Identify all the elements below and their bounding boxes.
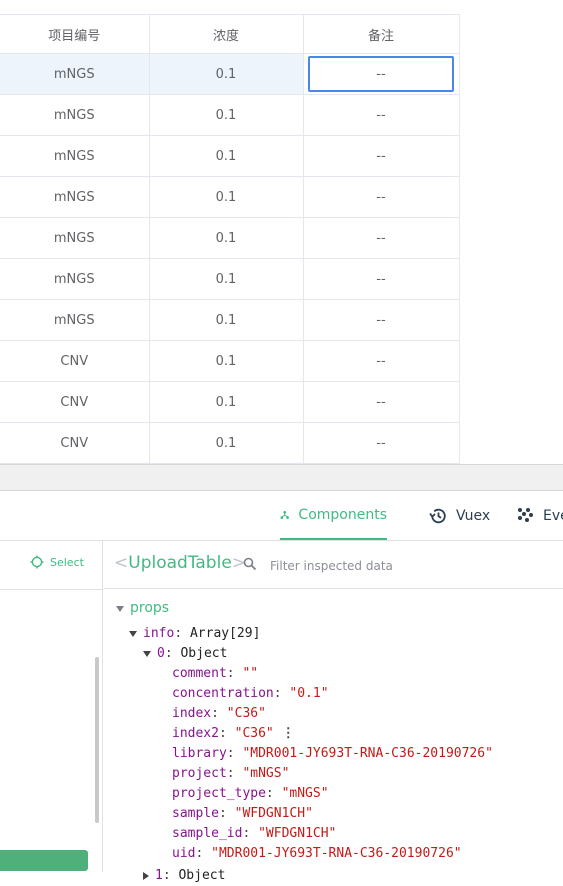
prop-field-row[interactable]: comment: ""	[172, 664, 258, 684]
devtools-tab-bar: Components Vuex Events	[0, 491, 563, 541]
expand-arrow-icon	[143, 650, 151, 657]
cell-comment-editing[interactable]	[303, 53, 460, 95]
collapsed-arrow-icon	[143, 871, 149, 880]
cell-project[interactable]: mNGS	[0, 258, 150, 300]
prop-field-row[interactable]: index2: "C36" ⋮	[172, 724, 295, 744]
cell-comment[interactable]: --	[303, 217, 460, 259]
selected-component-row[interactable]	[0, 850, 88, 871]
tab-components-label: Components	[298, 506, 387, 523]
prop-item-row[interactable]: 0: Object	[143, 644, 227, 664]
prop-info-row[interactable]: info: Array[29]	[129, 624, 260, 644]
component-tree-scrollbar[interactable]	[95, 657, 99, 823]
header-project-number[interactable]: 项目编号	[0, 14, 150, 54]
more-actions-icon[interactable]: ⋮	[282, 724, 295, 744]
tab-vuex[interactable]: Vuex	[428, 491, 490, 540]
prop-field-row[interactable]: library: "MDR001-JY693T-RNA-C36-20190726…	[172, 744, 493, 764]
components-icon	[280, 510, 289, 519]
cell-comment[interactable]: --	[303, 340, 460, 382]
table-row[interactable]: CNV 0.1 --	[0, 340, 460, 382]
prop-field-row[interactable]: index: "C36"	[172, 704, 266, 724]
cell-concentration[interactable]: 0.1	[149, 135, 304, 177]
cell-comment[interactable]: --	[303, 381, 460, 423]
cell-concentration[interactable]: 0.1	[149, 422, 304, 464]
cell-concentration[interactable]: 0.1	[149, 381, 304, 423]
devtools-resize-handle[interactable]	[0, 464, 563, 491]
cell-comment[interactable]: --	[303, 135, 460, 177]
cell-concentration[interactable]: 0.1	[149, 258, 304, 300]
cell-project[interactable]: mNGS	[0, 135, 150, 177]
table-row[interactable]: CNV 0.1 --	[0, 381, 460, 423]
cell-concentration[interactable]: 0.1	[149, 176, 304, 218]
cell-comment[interactable]: --	[303, 422, 460, 464]
select-label: Select	[50, 555, 84, 569]
tab-events[interactable]: Events	[517, 491, 563, 540]
table-row[interactable]: mNGS 0.1	[0, 53, 460, 95]
table-row[interactable]: mNGS 0.1 --	[0, 299, 460, 341]
upload-table: 项目编号 浓度 备注 mNGS 0.1 mNGS 0.1 -- mNGS 0.1	[0, 14, 460, 464]
target-icon	[30, 555, 44, 569]
history-icon	[429, 508, 446, 523]
prop-field-row[interactable]: concentration: "0.1"	[172, 684, 329, 704]
expand-arrow-icon	[129, 630, 137, 637]
select-component-button[interactable]: Select	[30, 555, 84, 569]
cell-concentration[interactable]: 0.1	[149, 340, 304, 382]
comment-edit-input[interactable]	[308, 56, 454, 92]
cell-project[interactable]: CNV	[0, 340, 150, 382]
cell-project[interactable]: mNGS	[0, 217, 150, 259]
table-row[interactable]: mNGS 0.1 --	[0, 94, 460, 136]
props-label: props	[130, 600, 170, 616]
table-row[interactable]: mNGS 0.1 --	[0, 176, 460, 218]
cell-comment[interactable]: --	[303, 299, 460, 341]
events-icon	[518, 508, 533, 522]
inspector-header: <UploadTable>	[104, 541, 563, 589]
cell-project[interactable]: mNGS	[0, 94, 150, 136]
header-comment[interactable]: 备注	[303, 14, 460, 54]
component-name-text: UploadTable	[128, 553, 232, 573]
cell-project[interactable]: CNV	[0, 381, 150, 423]
cell-concentration[interactable]: 0.1	[149, 217, 304, 259]
cell-project[interactable]: CNV	[0, 422, 150, 464]
component-tree-pane: Select	[0, 541, 103, 872]
expand-arrow-icon	[116, 605, 124, 612]
cell-concentration[interactable]: 0.1	[149, 53, 304, 95]
table-row[interactable]: CNV 0.1 --	[0, 422, 460, 464]
table-row[interactable]: mNGS 0.1 --	[0, 258, 460, 300]
cell-concentration[interactable]: 0.1	[149, 299, 304, 341]
cell-project[interactable]: mNGS	[0, 299, 150, 341]
prop-field-row[interactable]: project_type: "mNGS"	[172, 784, 329, 804]
props-section-toggle[interactable]: props	[116, 598, 169, 619]
prop-field-row[interactable]: project: "mNGS"	[172, 764, 289, 784]
prop-field-row[interactable]: uid: "MDR001-JY693T-RNA-C36-20190726"	[172, 844, 462, 864]
cell-project[interactable]: mNGS	[0, 176, 150, 218]
header-concentration[interactable]: 浓度	[149, 14, 304, 54]
tab-vuex-label: Vuex	[456, 507, 491, 524]
search-icon	[243, 557, 257, 571]
cell-comment[interactable]: --	[303, 94, 460, 136]
vue-devtools-panel: Components Vuex Events Select	[0, 491, 563, 883]
tab-events-label: Events	[543, 507, 563, 524]
table-row[interactable]: mNGS 0.1 --	[0, 135, 460, 177]
inspector-pane: <UploadTable> props info: Array[29] 0: O…	[104, 541, 563, 883]
cell-comment[interactable]: --	[303, 258, 460, 300]
table-header-row: 项目编号 浓度 备注	[0, 14, 460, 54]
cell-concentration[interactable]: 0.1	[149, 94, 304, 136]
tab-components[interactable]: Components	[280, 491, 387, 540]
divider	[0, 589, 103, 590]
prop-item-row[interactable]: 1: Object	[143, 866, 225, 886]
prop-field-row[interactable]: sample: "WFDGN1CH"	[172, 804, 313, 824]
cell-comment[interactable]: --	[303, 176, 460, 218]
upload-table-panel: 项目编号 浓度 备注 mNGS 0.1 mNGS 0.1 -- mNGS 0.1	[0, 0, 563, 464]
filter-inspected-data-input[interactable]	[268, 555, 552, 577]
table-row[interactable]: mNGS 0.1 --	[0, 217, 460, 259]
cell-project[interactable]: mNGS	[0, 53, 150, 95]
inspected-component-name: <UploadTable>	[114, 553, 247, 573]
prop-field-row[interactable]: sample_id: "WFDGN1CH"	[172, 824, 336, 844]
